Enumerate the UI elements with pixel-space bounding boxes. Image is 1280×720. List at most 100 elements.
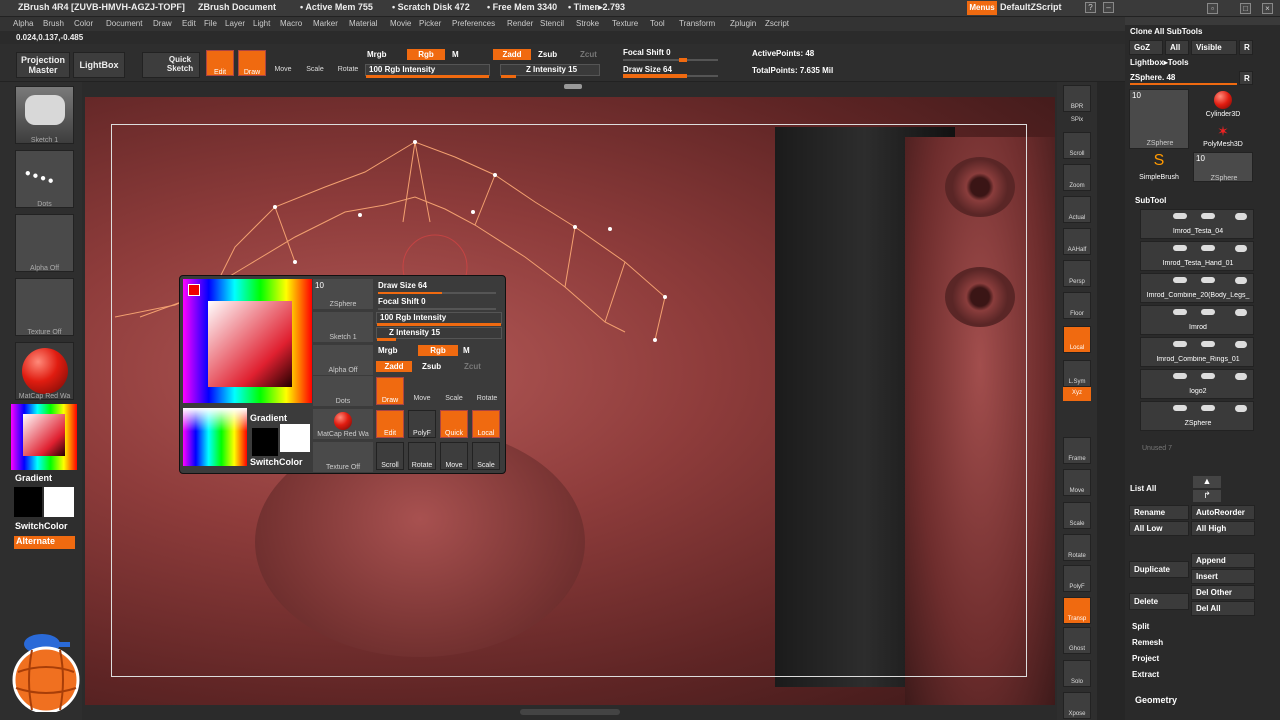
menu-item-transform[interactable]: Transform xyxy=(679,19,715,28)
subtool-row[interactable]: Imrod_Combine_20(Body_Legs_ xyxy=(1140,273,1254,303)
subtool-toggle[interactable] xyxy=(1173,213,1187,219)
popup-edit-button[interactable]: Edit xyxy=(376,410,404,438)
subtool-toggle[interactable] xyxy=(1173,309,1187,315)
focal-shift-slider[interactable]: Focal Shift 0 xyxy=(623,48,671,57)
menu-item-document[interactable]: Document xyxy=(106,19,142,28)
popup-quick-button[interactable]: Quick xyxy=(440,410,468,438)
main-color-swatch[interactable] xyxy=(44,487,74,517)
popup-zsub-toggle[interactable]: Zsub xyxy=(422,362,441,371)
zcut-toggle[interactable]: Zcut xyxy=(580,50,597,59)
popup-color-square[interactable] xyxy=(208,301,292,387)
switchcolor-button[interactable]: SwitchColor xyxy=(15,521,68,531)
subtool-toggle[interactable] xyxy=(1201,277,1215,283)
popup-secondary-swatch[interactable] xyxy=(252,428,278,456)
popup-polyf-button[interactable]: PolyF xyxy=(408,410,436,438)
popup-draw-button[interactable]: Draw xyxy=(376,377,404,405)
popup-rgb-toggle[interactable]: Rgb xyxy=(418,345,458,356)
shelf-move-button[interactable]: Move xyxy=(1063,469,1091,496)
mrgb-toggle[interactable]: Mrgb xyxy=(367,50,387,59)
shelf-solo-button[interactable]: Solo xyxy=(1063,660,1091,687)
goz-r-button[interactable]: R xyxy=(1239,40,1253,55)
rgb-toggle[interactable]: Rgb xyxy=(407,49,445,60)
popup-gradient-picker[interactable] xyxy=(183,408,247,466)
menu-item-zplugin[interactable]: Zplugin xyxy=(730,19,756,28)
rgb-intensity-slider[interactable]: 100 Rgb Intensity xyxy=(365,64,490,78)
rotate-button[interactable]: Rotate xyxy=(334,66,362,73)
subtool-toggle[interactable] xyxy=(1173,277,1187,283)
shelf-actual-button[interactable]: Actual xyxy=(1063,196,1091,223)
del-all-button[interactable]: Del All xyxy=(1191,601,1255,616)
goz-all-button[interactable]: All xyxy=(1165,40,1189,55)
restore-icon[interactable]: ▫ xyxy=(1207,3,1218,14)
popup-move-button[interactable]: Move xyxy=(408,395,436,402)
menu-item-edit[interactable]: Edit xyxy=(182,19,196,28)
subtool-row[interactable]: Imrod_Testa_04 xyxy=(1140,209,1254,239)
quick-sketch-button[interactable]: Quick Sketch xyxy=(142,52,200,78)
popup-scale-button[interactable]: Scale xyxy=(440,395,468,402)
subtool-row[interactable]: Imrod xyxy=(1140,305,1254,335)
help-icon[interactable]: ? xyxy=(1085,2,1096,13)
zadd-toggle[interactable]: Zadd xyxy=(493,49,531,60)
bottom-scroll-handle[interactable] xyxy=(520,709,620,715)
shelf-spix-button[interactable]: SPix xyxy=(1063,114,1091,128)
menu-item-layer[interactable]: Layer xyxy=(225,19,245,28)
popup-zsphere-thumb[interactable]: 10 ZSphere xyxy=(313,279,373,309)
popup-sketch-thumb[interactable]: Sketch 1 xyxy=(313,312,373,342)
menu-item-movie[interactable]: Movie xyxy=(390,19,411,28)
tool-r-button[interactable]: R xyxy=(1239,71,1253,85)
zsub-toggle[interactable]: Zsub xyxy=(538,50,557,59)
shelf-polyf-button[interactable]: PolyF xyxy=(1063,565,1091,592)
m-toggle[interactable]: M xyxy=(452,50,459,59)
subtool-toggle[interactable] xyxy=(1201,245,1215,251)
draw-button[interactable]: Draw xyxy=(238,50,266,76)
popup-focal-shift[interactable]: Focal Shift 0 xyxy=(378,297,426,306)
arrow-turn-icon[interactable]: ↱ xyxy=(1193,490,1221,502)
popup-switchcolor-button[interactable]: SwitchColor xyxy=(250,457,303,467)
popup-z-intensity-slider[interactable]: Z Intensity 15 xyxy=(376,327,502,341)
minimize-icon[interactable]: – xyxy=(1103,2,1114,13)
shelf-transp-button[interactable]: Transp xyxy=(1063,597,1091,624)
popup-mrgb-toggle[interactable]: Mrgb xyxy=(378,346,398,355)
material-thumb[interactable] xyxy=(15,342,74,400)
menu-item-file[interactable]: File xyxy=(204,19,217,28)
rename-button[interactable]: Rename xyxy=(1129,505,1189,520)
menu-item-preferences[interactable]: Preferences xyxy=(452,19,495,28)
menu-item-stroke[interactable]: Stroke xyxy=(576,19,599,28)
popup-m-toggle[interactable]: M xyxy=(463,346,470,355)
clone-all-subtools-button[interactable]: Clone All SubTools xyxy=(1130,27,1202,36)
menu-item-stencil[interactable]: Stencil xyxy=(540,19,564,28)
menu-item-material[interactable]: Material xyxy=(349,19,377,28)
tool-polymesh-thumb[interactable]: ✶ PolyMesh3D xyxy=(1195,121,1251,151)
menus-button[interactable]: Menus xyxy=(967,1,997,15)
tool-cylinder-thumb[interactable]: Cylinder3D xyxy=(1195,89,1251,119)
shelf-ghost-button[interactable]: Ghost xyxy=(1063,627,1091,654)
shelf-xpose-button[interactable]: Xpose xyxy=(1063,692,1091,719)
close-icon[interactable]: × xyxy=(1262,3,1273,14)
alternate-button[interactable]: Alternate xyxy=(14,536,75,549)
subtool-toggle[interactable] xyxy=(1201,373,1215,379)
toolbar-grip[interactable] xyxy=(564,84,582,89)
maximize-icon[interactable]: □ xyxy=(1240,3,1251,14)
popup-alpha-thumb[interactable]: Alpha Off xyxy=(313,345,373,375)
all-high-button[interactable]: All High xyxy=(1191,521,1255,536)
sketch-brush-thumb[interactable] xyxy=(15,86,74,144)
menu-item-light[interactable]: Light xyxy=(253,19,270,28)
shelf-floor-button[interactable]: Floor xyxy=(1063,292,1091,319)
geometry-header[interactable]: Geometry xyxy=(1135,695,1177,705)
delete-button[interactable]: Delete xyxy=(1129,593,1189,610)
menu-item-color[interactable]: Color xyxy=(74,19,93,28)
lightbox-button[interactable]: LightBox xyxy=(73,52,125,78)
move-button[interactable]: Move xyxy=(270,66,296,73)
project-button[interactable]: Project xyxy=(1132,654,1159,663)
popup-zadd-toggle[interactable]: Zadd xyxy=(376,361,412,372)
popup-matcap-thumb[interactable]: MatCap Red Wa xyxy=(313,409,373,439)
shelf-scale-button[interactable]: Scale xyxy=(1063,502,1091,529)
color-picker[interactable] xyxy=(11,404,77,470)
popup-draw-size[interactable]: Draw Size 64 xyxy=(378,281,427,290)
subtool-header[interactable]: SubTool xyxy=(1135,196,1166,205)
autoreorder-button[interactable]: AutoReorder xyxy=(1191,505,1255,520)
subtool-row[interactable]: Imrod_Testa_Hand_01 xyxy=(1140,241,1254,271)
subtool-toggle[interactable] xyxy=(1201,405,1215,411)
stroke-dots-thumb[interactable]: • • • • xyxy=(15,150,74,208)
shelf-zoom-button[interactable]: Zoom xyxy=(1063,164,1091,191)
